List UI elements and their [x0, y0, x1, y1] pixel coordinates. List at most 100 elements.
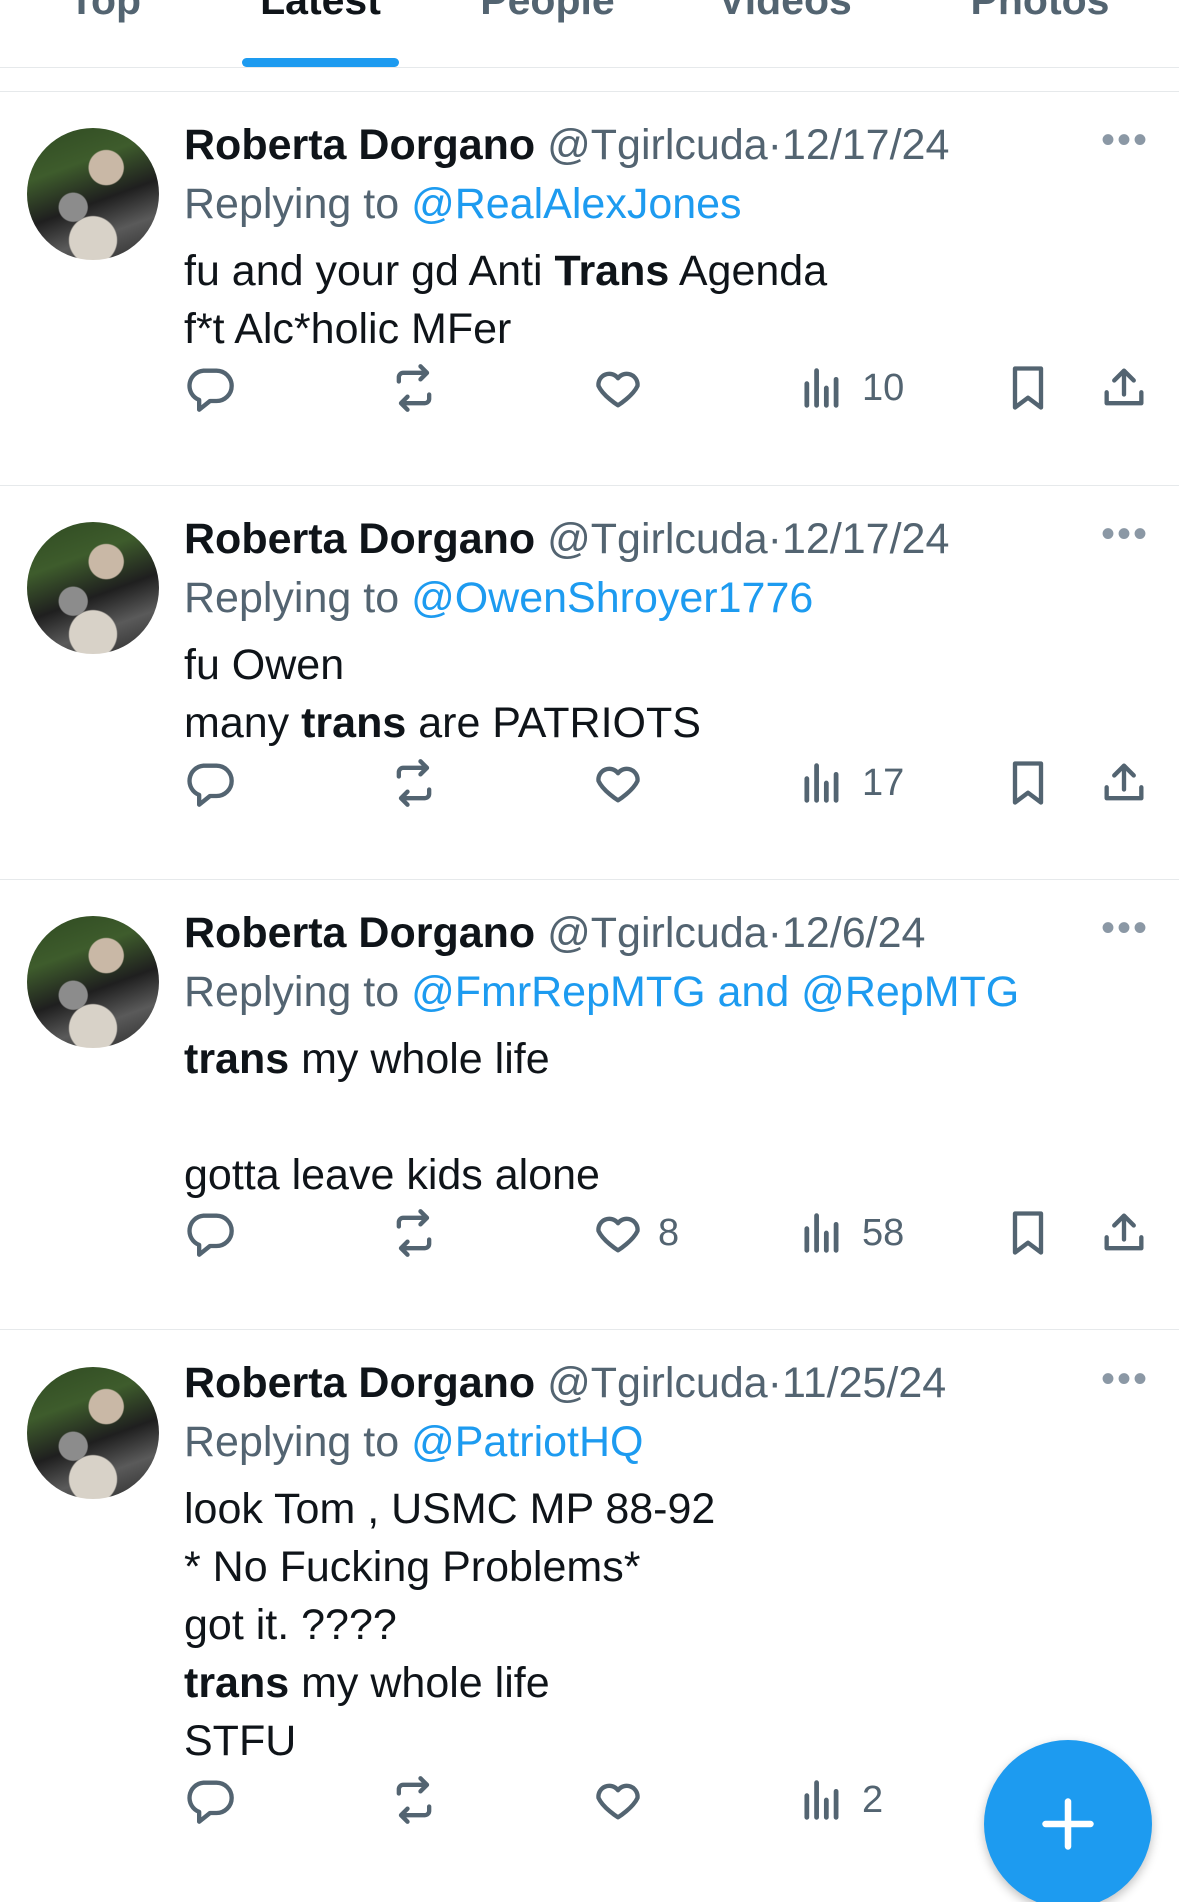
views-button[interactable]: 17: [796, 753, 904, 813]
more-icon[interactable]: •••: [1101, 1359, 1149, 1399]
reply-button[interactable]: [184, 753, 236, 813]
bookmark-button[interactable]: [1002, 753, 1054, 813]
author-handle[interactable]: @Tgirlcuda: [547, 909, 768, 957]
reply-icon: [187, 1780, 234, 1824]
views-button[interactable]: 58: [796, 1203, 904, 1263]
tweet-header: Roberta Dorgano @Tgirlcuda·12/17/24: [184, 116, 1149, 174]
views-count: 17: [862, 761, 905, 804]
author-handle[interactable]: @Tgirlcuda: [547, 121, 768, 169]
retweet-icon: [396, 1776, 432, 1824]
highlighted-term: Trans: [554, 247, 670, 295]
more-icon[interactable]: •••: [1101, 908, 1149, 948]
text-run: look Tom , USMC MP 88-92: [184, 1485, 716, 1533]
tweet-date[interactable]: 12/6/24: [782, 909, 925, 957]
tweet-actions: 8 58: [0, 1203, 1179, 1263]
avatar[interactable]: [27, 1367, 159, 1499]
retweet-button[interactable]: [388, 1203, 440, 1263]
reply-icon: [187, 763, 234, 807]
tweet-text-line: trans my whole life: [184, 1654, 1149, 1712]
highlighted-term: trans: [184, 1659, 290, 1707]
more-icon[interactable]: •••: [1101, 120, 1149, 160]
like-button[interactable]: [592, 753, 644, 813]
replying-to-label: Replying to: [184, 968, 412, 1016]
tweet-text-line: look Tom , USMC MP 88-92: [184, 1480, 1149, 1538]
author-handle[interactable]: @Tgirlcuda: [547, 515, 768, 563]
replying-to-mention[interactable]: @PatriotHQ: [411, 1418, 643, 1466]
share-button[interactable]: [1098, 358, 1150, 418]
like-icon: [596, 371, 640, 408]
bookmark-icon: [1012, 366, 1044, 410]
tweet-text: look Tom , USMC MP 88-92 * No Fucking Pro…: [184, 1480, 1149, 1770]
bookmark-button[interactable]: [1002, 1203, 1054, 1263]
retweet-icon: [396, 364, 432, 412]
avatar[interactable]: [27, 522, 159, 654]
search-tabs: Top Latest People Videos Photos: [0, 0, 1179, 68]
text-run: fu and your gd Anti: [184, 247, 555, 295]
tweet-text-line: many trans are PATRIOTS: [184, 694, 1149, 752]
bookmark-button[interactable]: [1002, 358, 1054, 418]
tweet-text-line: trans my whole life: [184, 1030, 1149, 1088]
tweet-text-line: STFU: [184, 1712, 1149, 1770]
tab-people[interactable]: People: [460, 0, 635, 30]
separator-dot: ·: [767, 121, 782, 169]
tweet-header: Roberta Dorgano @Tgirlcuda·12/6/24: [184, 904, 1149, 962]
tab-latest[interactable]: Latest: [242, 0, 399, 30]
avatar[interactable]: [27, 128, 159, 260]
like-count: 8: [658, 1211, 680, 1254]
tab-photos[interactable]: Photos: [955, 0, 1125, 30]
separator-dot: ·: [767, 909, 782, 957]
tweet-text: trans my whole life gotta leave kids alo…: [184, 1030, 1149, 1204]
replying-to-mention[interactable]: @OwenShroyer1776: [411, 574, 813, 622]
reply-button[interactable]: [184, 1770, 236, 1830]
replying-to-mention[interactable]: @FmrRepMTG and @RepMTG: [411, 968, 1019, 1016]
author-name[interactable]: Roberta Dorgano: [184, 1359, 535, 1407]
text-run: f*t Alc*holic MFer: [184, 305, 512, 353]
views-icon: [804, 368, 839, 408]
author-name[interactable]: Roberta Dorgano: [184, 909, 535, 957]
retweet-icon: [396, 759, 432, 807]
tab-videos[interactable]: Videos: [700, 0, 870, 30]
tweet-date[interactable]: 12/17/24: [782, 121, 949, 169]
compose-button[interactable]: [984, 1740, 1152, 1902]
tweet-content: Roberta Dorgano @Tgirlcuda·12/17/24 Reply…: [184, 510, 1149, 752]
tweet-date[interactable]: 11/25/24: [782, 1359, 946, 1407]
like-button[interactable]: [592, 358, 644, 418]
replying-to-mention[interactable]: @RealAlexJones: [411, 180, 741, 228]
share-button[interactable]: [1098, 1203, 1150, 1263]
tweet[interactable]: Roberta Dorgano @Tgirlcuda·12/6/24 Replyi…: [0, 880, 1179, 1330]
reply-button[interactable]: [184, 1203, 236, 1263]
views-count: 58: [862, 1211, 905, 1254]
views-button[interactable]: 2: [796, 1770, 883, 1830]
like-button[interactable]: [592, 1770, 644, 1830]
text-run: are PATRIOTS: [406, 699, 701, 747]
retweet-button[interactable]: [388, 358, 440, 418]
reply-button[interactable]: [184, 358, 236, 418]
share-button[interactable]: [1098, 753, 1150, 813]
tweet[interactable]: Roberta Dorgano @Tgirlcuda·12/17/24 Reply…: [0, 92, 1179, 486]
replying-to-label: Replying to: [184, 1418, 412, 1466]
active-tab-indicator: [242, 58, 399, 67]
tweet-text-line: f*t Alc*holic MFer: [184, 300, 1149, 358]
reply-icon: [187, 368, 234, 412]
share-icon: [1104, 1213, 1144, 1251]
author-handle[interactable]: @Tgirlcuda: [547, 1359, 768, 1407]
retweet-icon: [396, 1209, 432, 1257]
more-icon[interactable]: •••: [1101, 514, 1149, 554]
retweet-button[interactable]: [388, 753, 440, 813]
replying-to: Replying to @OwenShroyer1776: [184, 568, 1149, 628]
tweet[interactable]: Roberta Dorgano @Tgirlcuda·12/17/24 Reply…: [0, 486, 1179, 880]
tweet-date[interactable]: 12/17/24: [782, 515, 949, 563]
retweet-button[interactable]: [388, 1770, 440, 1830]
like-icon: [596, 1783, 640, 1820]
compose-plus-icon: [1042, 1798, 1094, 1850]
tab-top[interactable]: Top: [30, 0, 180, 30]
avatar[interactable]: [27, 916, 159, 1048]
replying-to: Replying to @PatriotHQ: [184, 1412, 1149, 1472]
views-button[interactable]: 10: [796, 358, 904, 418]
author-name[interactable]: Roberta Dorgano: [184, 121, 535, 169]
views-icon: [804, 763, 839, 803]
author-name[interactable]: Roberta Dorgano: [184, 515, 535, 563]
like-button[interactable]: 8: [592, 1203, 679, 1263]
views-count: 10: [862, 366, 905, 409]
